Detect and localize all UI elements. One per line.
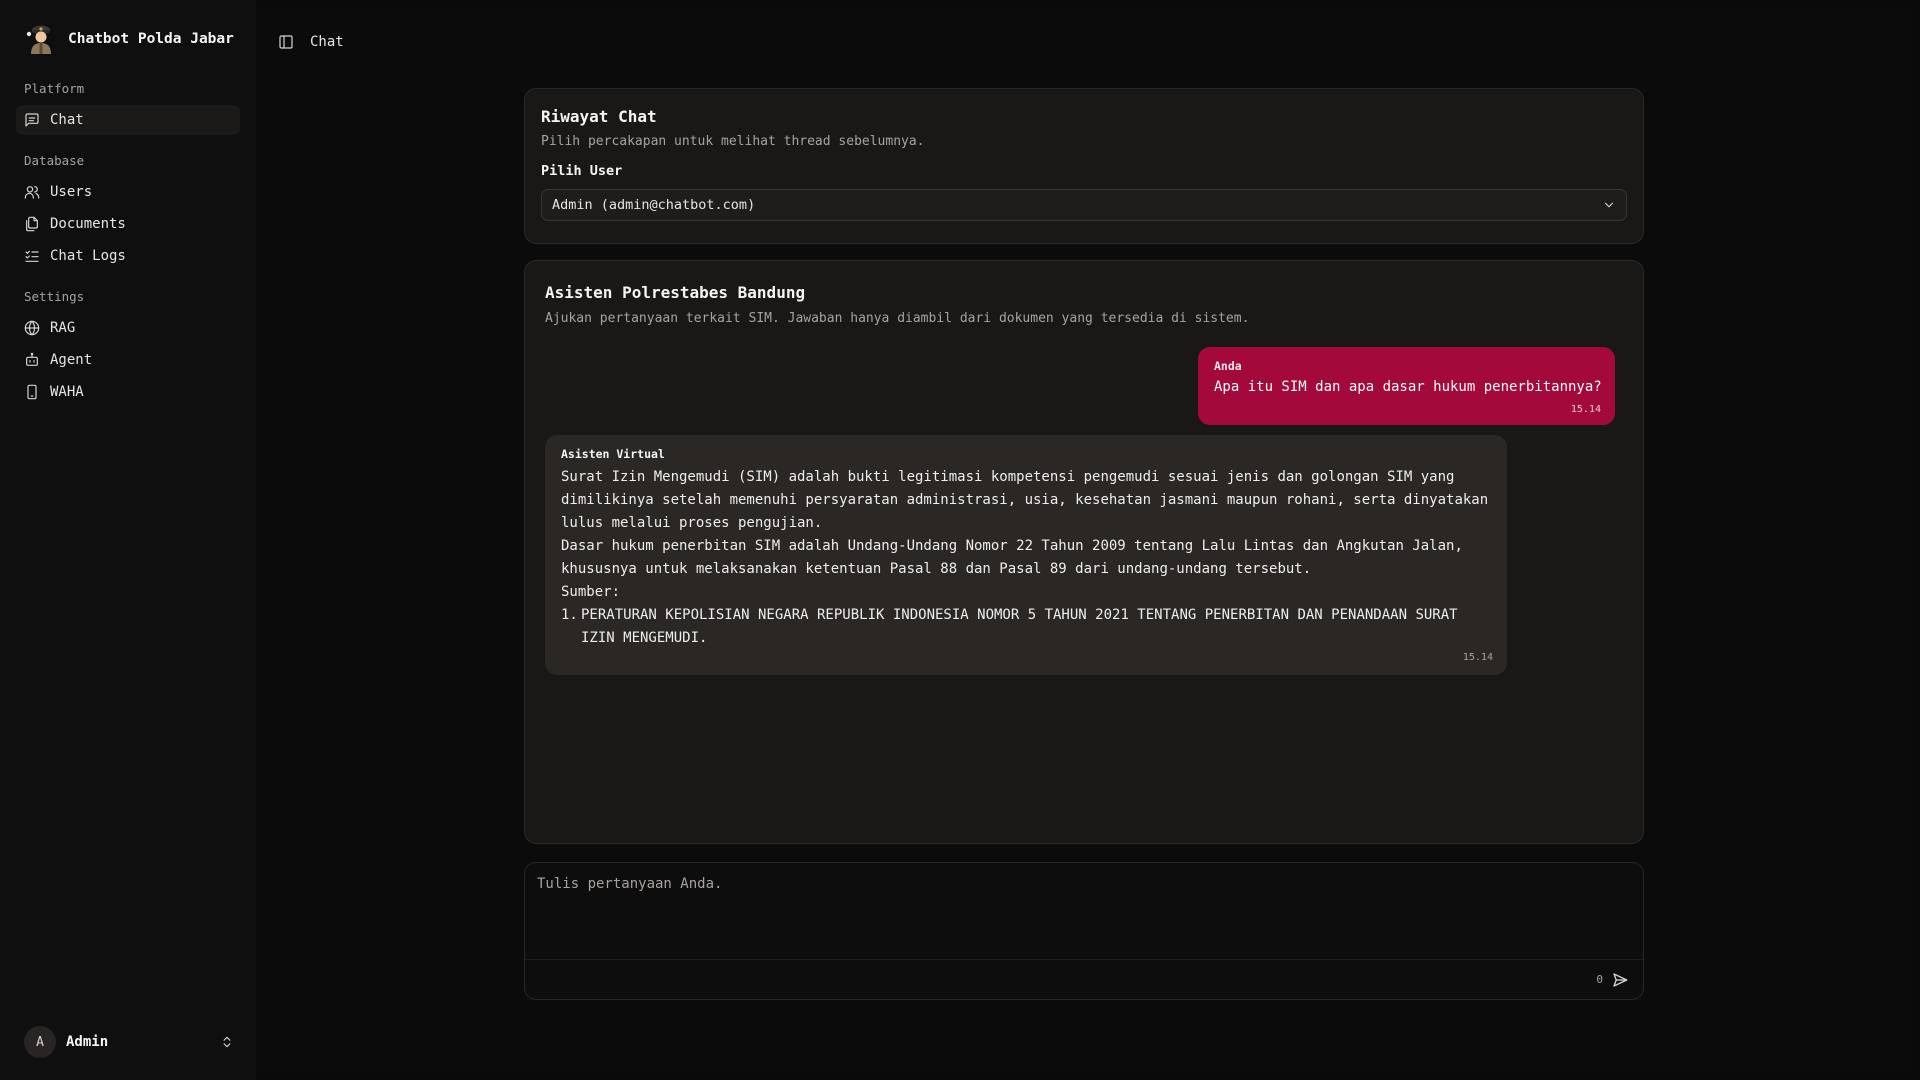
panel-left-icon (279, 35, 293, 49)
chevron-down-icon (1602, 198, 1616, 212)
brand[interactable]: Chatbot Polda Jabar (24, 22, 234, 56)
message-text: Apa itu SIM dan apa dasar hukum penerbit… (1214, 379, 1602, 395)
send-button[interactable] (1611, 971, 1629, 989)
composer-divider (525, 959, 1643, 960)
chevrons-up-down-icon (220, 1035, 234, 1049)
sidebar-item-label: Documents (50, 216, 126, 232)
sidebar-item-label: RAG (50, 320, 76, 336)
sidebar-item-chat[interactable]: Chat (16, 105, 240, 135)
files-icon (24, 216, 40, 232)
avatar: A (24, 1026, 56, 1058)
send-icon (1613, 973, 1628, 987)
sidebar-item-label: Chat (50, 112, 84, 128)
source-text: PERATURAN KEPOLISIAN NEGARA REPUBLIK IND… (581, 604, 1458, 650)
sidebar-item-label: Chat Logs (50, 248, 126, 264)
sidebar-item-users[interactable]: Users (16, 177, 240, 207)
sidebar-item-agent[interactable]: Agent (16, 345, 240, 375)
user-name: Admin (66, 1034, 109, 1050)
main-panel: Chat Riwayat Chat Pilih percakapan untuk… (256, 8, 1912, 1072)
message-sender: Asisten Virtual (561, 447, 665, 461)
message-line: khususnya untuk melaksanakan ketentuan P… (561, 561, 1312, 577)
sidebar-item-label: Agent (50, 352, 93, 368)
chat-title: Asisten Polrestabes Bandung (545, 283, 806, 302)
message-sender: Anda (1214, 359, 1242, 373)
sidebar-item-chat-logs[interactable]: Chat Logs (16, 241, 240, 271)
app-name: Chatbot Polda Jabar (68, 31, 234, 47)
user-select-label: Pilih User (541, 163, 623, 179)
group-label-database: Database (24, 153, 85, 168)
app-root: Chatbot Polda Jabar Platform Chat Databa… (0, 0, 1920, 1080)
source-line: PERATURAN KEPOLISIAN NEGARA REPUBLIK IND… (581, 607, 1458, 623)
history-title: Riwayat Chat (541, 107, 657, 126)
message-square-icon (24, 112, 40, 128)
assistant-message-bubble: Asisten Virtual Surat Izin Mengemudi (SI… (545, 435, 1507, 675)
sidebar-item-waha[interactable]: WAHA (16, 377, 240, 407)
message-line: dimilikinya setelah memenuhi persyaratan… (561, 492, 1489, 508)
list-checks-icon (24, 248, 40, 264)
globe-icon (24, 320, 40, 336)
message-line: Surat Izin Mengemudi (SIM) adalah bukti … (561, 469, 1455, 485)
message-line: Dasar hukum penerbitan SIM adalah Undang… (561, 538, 1463, 554)
group-label-platform: Platform (24, 81, 85, 96)
user-message-bubble: Anda Apa itu SIM dan apa dasar hukum pen… (1198, 347, 1615, 425)
message-time: 15.14 (1570, 404, 1601, 415)
chat-card: Asisten Polrestabes Bandung Ajukan perta… (524, 260, 1644, 844)
message-composer: 0 (524, 862, 1644, 1000)
sidebar-toggle-button[interactable] (276, 32, 296, 52)
sidebar-item-rag[interactable]: RAG (16, 313, 240, 343)
source-line: IZIN MENGEMUDI. (581, 630, 708, 646)
chat-history-card: Riwayat Chat Pilih percakapan untuk meli… (524, 88, 1644, 244)
sidebar: Chatbot Polda Jabar Platform Chat Databa… (0, 0, 256, 1080)
group-label-settings: Settings (24, 289, 85, 304)
message-line: Sumber: (561, 584, 621, 600)
user-select[interactable]: Admin (admin@chatbot.com) (541, 189, 1627, 221)
source-list-item: 1. PERATURAN KEPOLISIAN NEGARA REPUBLIK … (561, 604, 1491, 650)
users-icon (24, 184, 40, 200)
bot-icon (24, 352, 40, 368)
message-line: lulus melalui proses pengujian. (561, 515, 823, 531)
user-menu[interactable]: A Admin (24, 1026, 234, 1058)
topbar: Chat (276, 30, 344, 54)
message-input[interactable] (525, 863, 1643, 959)
sidebar-item-label: WAHA (50, 384, 84, 400)
message-time: 15.14 (1462, 652, 1493, 663)
history-description: Pilih percakapan untuk melihat thread se… (541, 134, 925, 149)
source-number: 1. (561, 607, 578, 623)
chat-description: Ajukan pertanyaan terkait SIM. Jawaban h… (545, 311, 1250, 326)
page-title: Chat (310, 34, 344, 50)
sidebar-item-documents[interactable]: Documents (16, 209, 240, 239)
sidebar-item-label: Users (50, 184, 93, 200)
user-select-value: Admin (admin@chatbot.com) (552, 197, 756, 213)
message-body: Surat Izin Mengemudi (SIM) adalah bukti … (561, 466, 1491, 650)
police-officer-logo-icon (24, 22, 58, 56)
smartphone-icon (24, 384, 40, 400)
char-count: 0 (1596, 973, 1603, 986)
